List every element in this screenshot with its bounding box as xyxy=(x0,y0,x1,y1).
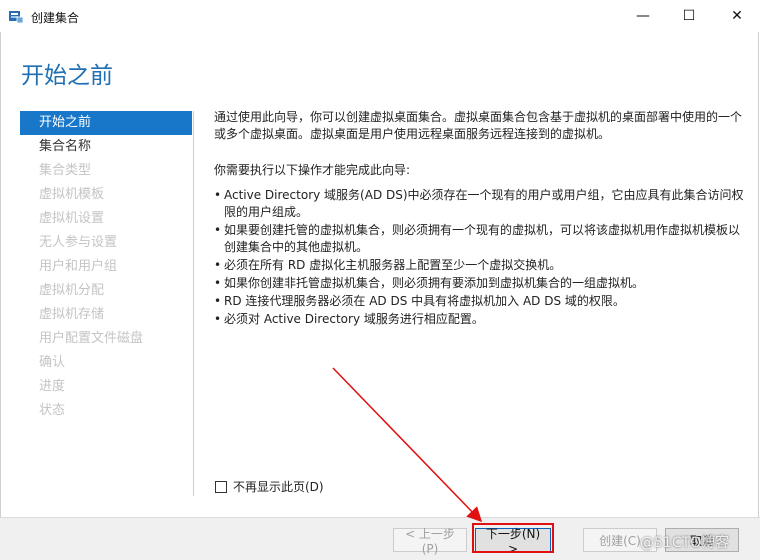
sidebar-item: 确认 xyxy=(39,355,66,370)
close-button[interactable]: ✕ xyxy=(714,0,760,32)
list-item-text: 如果要创建托管的虚拟机集合，则必须拥有一个现有的虚拟机，可以将该虚拟机用作虚拟机… xyxy=(224,223,741,254)
bullet-icon: • xyxy=(214,294,222,308)
bullet-icon: • xyxy=(214,312,222,326)
list-item: • 必须对 Active Directory 域服务进行相应配置。 xyxy=(214,311,744,328)
sidebar-item: 状态 xyxy=(39,403,66,418)
bullet-icon: • xyxy=(214,258,222,272)
sidebar-item: 虚拟机存储 xyxy=(39,307,105,322)
watermark: @51CTO博客 xyxy=(640,535,730,551)
sidebar-item: 虚拟机模板 xyxy=(39,187,105,202)
sidebar-item: 虚拟机设置 xyxy=(39,211,105,226)
sidebar-item: 集合类型 xyxy=(39,163,92,178)
dont-show-again-checkbox[interactable] xyxy=(215,480,227,493)
maximize-button[interactable]: ☐ xyxy=(666,0,712,32)
list-item: • Active Directory 域服务(AD DS)中必须存在一个现有的用户… xyxy=(214,187,744,221)
sidebar-item[interactable]: 开始之前 xyxy=(20,111,192,135)
next-button[interactable]: 下一步(N) > xyxy=(475,527,551,556)
sidebar-divider xyxy=(193,111,194,496)
list-item: • RD 连接代理服务器必须在 AD DS 中具有将虚拟机加入 AD DS 域的权… xyxy=(214,293,744,310)
minimize-button[interactable]: — xyxy=(620,0,666,32)
list-item: • 必须在所有 RD 虚拟化主机服务器上配置至少一个虚拟交换机。 xyxy=(214,257,744,274)
sidebar-item[interactable]: 集合名称 xyxy=(20,135,192,159)
list-item: • 如果你创建非托管虚拟机集合，则必须拥有要添加到虚拟机集合的一组虚拟机。 xyxy=(214,275,744,292)
sidebar-item: 用户和用户组 xyxy=(39,259,118,274)
bullet-icon: • xyxy=(214,223,222,237)
list-item-text: 必须对 Active Directory 域服务进行相应配置。 xyxy=(224,312,484,326)
prerequisites-heading: 你需要执行以下操作才能完成此向导: xyxy=(214,163,411,177)
dont-show-again-row[interactable]: 不再显示此页(D) xyxy=(215,478,324,495)
list-item-text: 必须在所有 RD 虚拟化主机服务器上配置至少一个虚拟交换机。 xyxy=(224,258,562,272)
dont-show-again-label[interactable]: 不再显示此页(D) xyxy=(233,478,324,495)
list-item-text: Active Directory 域服务(AD DS)中必须存在一个现有的用户或… xyxy=(224,188,744,219)
sidebar-item: 进度 xyxy=(39,379,66,394)
list-item: • 如果要创建托管的虚拟机集合，则必须拥有一个现有的虚拟机，可以将该虚拟机用作虚拟… xyxy=(214,222,744,256)
list-item-text: RD 连接代理服务器必须在 AD DS 中具有将虚拟机加入 AD DS 域的权限… xyxy=(224,294,625,308)
wizard-content: 通过使用此向导，你可以创建虚拟桌面集合。虚拟桌面集合包含基于虚拟机的桌面部署中使… xyxy=(214,109,744,329)
page-title: 开始之前 xyxy=(21,63,113,89)
list-item-text: 如果你创建非托管虚拟机集合，则必须拥有要添加到虚拟机集合的一组虚拟机。 xyxy=(224,276,645,290)
title-bar: 创建集合 — ☐ ✕ xyxy=(0,0,760,32)
intro-text: 通过使用此向导，你可以创建虚拟桌面集合。虚拟桌面集合包含基于虚拟机的桌面部署中使… xyxy=(214,110,743,141)
sidebar-item: 无人参与设置 xyxy=(39,235,118,250)
prerequisites-list: • Active Directory 域服务(AD DS)中必须存在一个现有的用户… xyxy=(214,187,744,328)
bullet-icon: • xyxy=(214,188,222,202)
sidebar-item: 虚拟机分配 xyxy=(39,283,105,298)
sidebar-item: 用户配置文件磁盘 xyxy=(39,331,144,346)
previous-button[interactable]: < 上一步(P) xyxy=(393,527,467,556)
window-title: 创建集合 xyxy=(31,11,80,25)
server-manager-icon xyxy=(9,11,24,24)
bullet-icon: • xyxy=(214,276,222,290)
wizard-step-list: 开始之前 集合名称集合类型虚拟机模板虚拟机设置无人参与设置 用户和用户组 虚拟机分配虚… xyxy=(20,111,192,423)
